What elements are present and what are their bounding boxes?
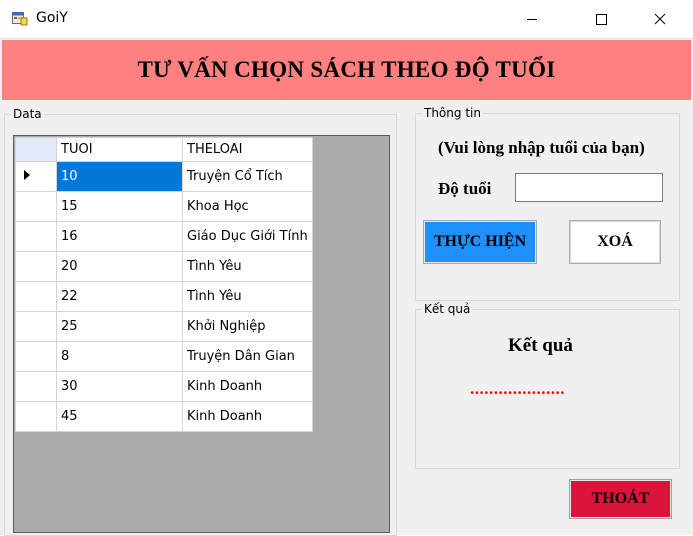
table-row[interactable]: 15 Khoa Học — [15, 191, 313, 222]
cell-tuoi[interactable]: 45 — [56, 401, 183, 432]
table-row[interactable]: 22 Tình Yêu — [15, 281, 313, 312]
title-bar[interactable]: GoiY — [0, 0, 693, 39]
cell-tuoi[interactable]: 30 — [56, 371, 183, 402]
cell-theloai[interactable]: Khởi Nghiệp — [182, 311, 313, 342]
cell-tuoi[interactable]: 25 — [56, 311, 183, 342]
cell-theloai[interactable]: Kinh Doanh — [182, 371, 313, 402]
row-header[interactable] — [15, 281, 57, 312]
grid-corner-header[interactable] — [15, 137, 57, 162]
info-group-label: Thông tin — [422, 106, 483, 120]
header-banner: TƯ VẤN CHỌN SÁCH THEO ĐỘ TUỔI — [2, 40, 691, 100]
minimize-icon — [527, 19, 537, 20]
cell-theloai[interactable]: Giáo Dục Giới Tính — [182, 221, 313, 252]
cell-theloai[interactable]: Tình Yêu — [182, 281, 313, 312]
app-form-icon — [12, 10, 28, 26]
cell-tuoi[interactable]: 16 — [56, 221, 183, 252]
table-row[interactable]: 20 Tình Yêu — [15, 251, 313, 282]
cell-theloai[interactable]: Truyện Cổ Tích — [182, 161, 313, 192]
banner-title: TƯ VẤN CHỌN SÁCH THEO ĐỘ TUỔI — [137, 57, 556, 82]
window-title: GoiY — [36, 10, 68, 26]
column-header-tuoi[interactable]: TUOI — [56, 137, 183, 162]
current-row-arrow-icon — [24, 170, 30, 180]
exit-button[interactable]: THOÁT — [569, 479, 672, 519]
table-row[interactable]: 8 Truyện Dân Gian — [15, 341, 313, 372]
cell-tuoi[interactable]: 20 — [56, 251, 183, 282]
row-header[interactable] — [15, 221, 57, 252]
table-row[interactable]: 25 Khởi Nghiệp — [15, 311, 313, 342]
data-group-label: Data — [11, 107, 44, 121]
minimize-button[interactable] — [509, 0, 555, 38]
data-grid[interactable]: TUOI THELOAI 10 Truyện Cổ Tích 15 Khoa H… — [13, 135, 390, 533]
table-row[interactable]: 30 Kinh Doanh — [15, 371, 313, 402]
row-header[interactable] — [15, 251, 57, 282]
age-input[interactable] — [515, 173, 663, 202]
cell-theloai[interactable]: Khoa Học — [182, 191, 313, 222]
cell-tuoi[interactable]: 22 — [56, 281, 183, 312]
table-row[interactable]: 10 Truyện Cổ Tích — [15, 161, 313, 192]
submit-button[interactable]: THỰC HIỆN — [423, 220, 537, 264]
age-label: Độ tuổi — [438, 179, 492, 198]
table-row[interactable]: 16 Giáo Dục Giới Tính — [15, 221, 313, 252]
data-grid-table: TUOI THELOAI 10 Truyện Cổ Tích 15 Khoa H… — [15, 137, 313, 432]
cell-tuoi[interactable]: 10 — [56, 161, 183, 192]
cell-theloai[interactable]: Tình Yêu — [182, 251, 313, 282]
cell-tuoi[interactable]: 8 — [56, 341, 183, 372]
cell-theloai[interactable]: Kinh Doanh — [182, 401, 313, 432]
clear-button[interactable]: XOÁ — [569, 220, 661, 264]
cell-theloai[interactable]: Truyện Dân Gian — [182, 341, 313, 372]
cell-tuoi[interactable]: 15 — [56, 191, 183, 222]
result-heading: Kết quả — [508, 335, 573, 356]
result-groupbox: Kết quả Kết quả .................... — [415, 302, 680, 469]
maximize-icon — [596, 14, 607, 25]
row-header[interactable] — [15, 161, 57, 192]
result-value: .................... — [470, 379, 565, 398]
table-row[interactable]: 45 Kinh Doanh — [15, 401, 313, 432]
row-header[interactable] — [15, 401, 57, 432]
row-header[interactable] — [15, 371, 57, 402]
info-groupbox: Thông tin (Vui lòng nhập tuổi của bạn) Đ… — [415, 106, 680, 301]
age-prompt-text: (Vui lòng nhập tuổi của bạn) — [438, 138, 645, 157]
row-header[interactable] — [15, 341, 57, 372]
row-header[interactable] — [15, 311, 57, 342]
result-group-label: Kết quả — [422, 302, 473, 316]
close-button[interactable] — [637, 0, 683, 38]
column-header-theloai[interactable]: THELOAI — [182, 137, 313, 162]
maximize-button[interactable] — [578, 0, 624, 38]
row-header[interactable] — [15, 191, 57, 222]
form-client-area: TƯ VẤN CHỌN SÁCH THEO ĐỘ TUỔI Data TUOI … — [0, 39, 693, 536]
close-icon — [654, 13, 666, 25]
